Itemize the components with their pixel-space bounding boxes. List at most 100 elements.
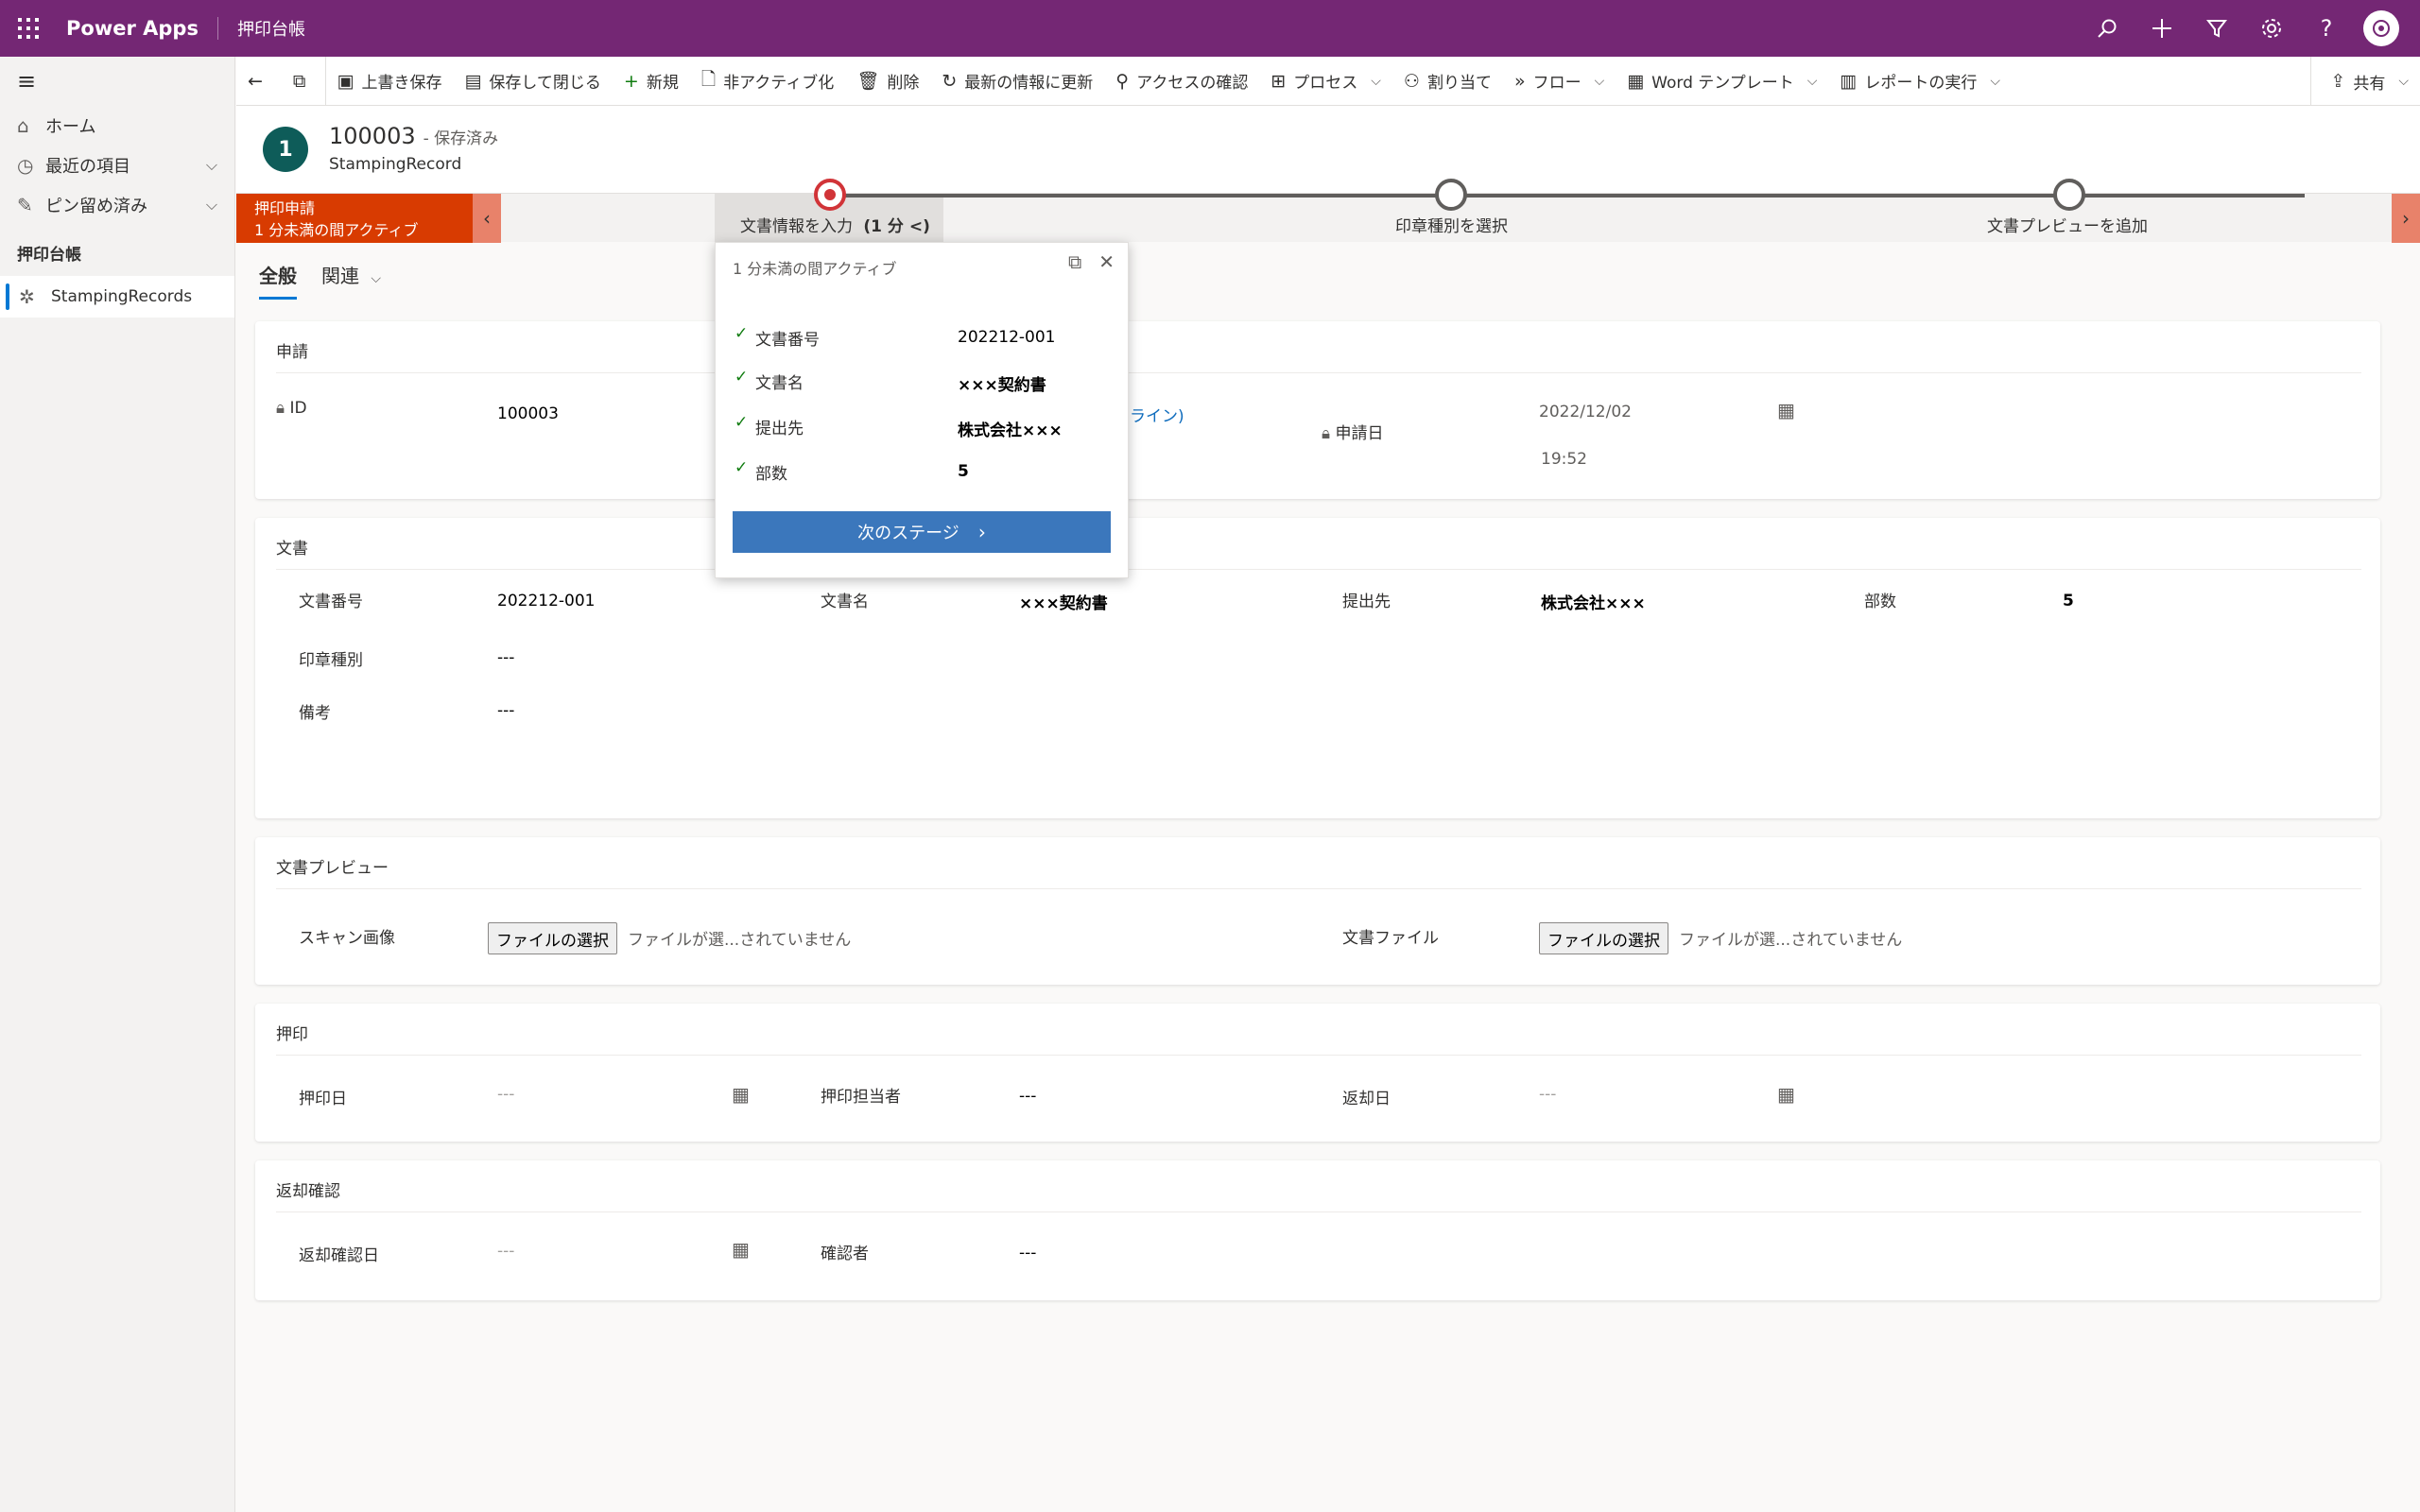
refresh-button[interactable]: ↻ 最新の情報に更新 [930,57,1104,106]
record-avatar: 1 [263,127,308,172]
sidebar-item-stamping-records[interactable]: ✲ StampingRecords [0,276,234,318]
flyout-field-label: 提出先 [755,420,804,438]
chevron-down-icon[interactable]: ⌵ [206,156,217,175]
field-value-return-date[interactable]: --- [1539,1085,1556,1104]
stage-label-add-preview[interactable]: 文書プレビューを追加 [1987,213,2148,236]
chevron-down-icon[interactable]: ⌵ [206,196,217,215]
stage-label-enter-document[interactable]: 文書情報を入力 (1 分 <) [740,213,930,236]
report-icon: ▥ [1840,70,1858,92]
field-label-seal-type: 印章種別 [299,651,363,670]
divider [276,372,2361,373]
field-value-time: 19:52 [1541,450,1587,469]
owner-link[interactable]: ライン) [1130,403,1184,426]
field-value-copies[interactable]: 5 [2063,592,2074,610]
tab-related-label: 関連 [321,265,359,287]
close-icon[interactable]: ✕ [1098,250,1115,273]
tab-related[interactable]: 関連 ⌵ [321,261,381,288]
delete-button[interactable]: 🗑 削除 [845,57,930,106]
app-title[interactable]: 押印台帳 [237,16,305,41]
flow-button[interactable]: » フロー ⌵ [1503,57,1616,106]
calendar-icon[interactable]: ▦ [1777,399,1795,421]
process-button[interactable]: ⊞ プロセス ⌵ [1259,57,1392,106]
doc-file-choose-button[interactable]: ファイルの選択 [1539,922,1668,954]
top-bar: Power Apps 押印台帳 ? [0,0,2420,57]
hamburger-menu-icon[interactable]: ≡ [0,57,234,106]
sidebar-item-home[interactable]: ⌂ ホーム [0,106,234,146]
bpf-prev-button[interactable]: ‹ [473,194,501,243]
sidebar-item-label: ホーム [45,117,96,137]
stage-marker[interactable] [1435,179,1467,211]
avatar[interactable] [2363,10,2399,46]
filter-icon[interactable] [2189,0,2244,57]
sidebar-item-label: StampingRecords [51,287,193,306]
field-value-doc-name[interactable]: ×××契約書 [1019,590,1108,613]
plus-icon: + [623,70,639,92]
share-button[interactable]: ⇪ 共有 ⌵ [2319,57,2420,106]
section-return-confirmation: 返却確認 返却確認日 --- ▦ 確認者 --- [255,1160,2380,1300]
field-value-stamp-date[interactable]: --- [497,1085,514,1104]
bpf-next-button[interactable]: › [2392,194,2420,243]
dock-icon[interactable]: ⧉ [1068,250,1081,273]
field-value-note[interactable]: --- [497,701,514,720]
section-stamp: 押印 押印日 --- ▦ 押印担当者 --- 返却日 --- ▦ [255,1004,2380,1142]
new-button[interactable]: + 新規 [613,57,690,106]
save-close-icon: ▤ [464,70,482,92]
stage-label-select-seal[interactable]: 印章種別を選択 [1395,213,1508,236]
stage-marker[interactable] [2053,179,2085,211]
assign-label: 割り当て [1426,74,1492,93]
save-close-label: 保存して閉じる [489,74,601,93]
field-value-confirmer[interactable]: --- [1019,1244,1036,1263]
open-new-window-button[interactable]: ⧉ [282,57,325,106]
field-label-return-date: 返却日 [1342,1090,1391,1108]
next-stage-button[interactable]: 次のステージ › [733,511,1111,553]
save-button[interactable]: ▣ 上書き保存 [326,57,454,106]
tab-general[interactable]: 全般 [259,261,297,288]
run-report-button[interactable]: ▥ レポートの実行 ⌵ [1828,57,2012,106]
stage-flyout: 1 分未満の間アクティブ ⧉ ✕ ✓ 文書番号 202212-001 ✓ 文書名… [715,242,1129,578]
assign-button[interactable]: ⚇ 割り当て [1392,57,1503,106]
process-flag-sub: 1 分未満の間アクティブ [254,221,419,239]
sidebar-item-recent[interactable]: ◷ 最近の項目 ⌵ [0,146,234,185]
sidebar: ≡ ⌂ ホーム ◷ 最近の項目 ⌵ ✎ ピン留め済み ⌵ 押印台帳 ✲ Stam… [0,57,235,1512]
process-label: プロセス [1293,74,1358,93]
add-icon[interactable] [2135,0,2189,57]
field-value-return-confirm-date[interactable]: --- [497,1242,514,1261]
settings-icon[interactable] [2244,0,2299,57]
sidebar-item-pinned[interactable]: ✎ ピン留め済み ⌵ [0,185,234,225]
stage-marker-active[interactable] [814,179,846,211]
scan-file-choose-button[interactable]: ファイルの選択 [488,922,617,954]
check-access-button[interactable]: ⚲ アクセスの確認 [1104,57,1259,106]
field-value-date: 2022/12/02 [1539,403,1632,421]
field-label-text: ID [289,399,307,418]
calendar-icon[interactable]: ▦ [732,1083,750,1106]
flyout-field-label: 文書番号 [755,331,820,350]
field-value-stamp-person[interactable]: --- [1019,1087,1036,1106]
search-icon[interactable] [2080,0,2135,57]
next-stage-label: 次のステージ [857,524,959,543]
process-flag[interactable]: 押印申請 1 分未満の間アクティブ [236,194,473,243]
field-label-scan: スキャン画像 [299,929,395,948]
save-icon: ▣ [337,70,354,92]
flyout-field-submit-to[interactable]: ✓ 提出先 株式会社××× [735,413,1113,441]
share-icon: ⇪ [2330,71,2346,92]
field-value-seal-type[interactable]: --- [497,648,514,667]
deactivate-button[interactable]: 🗋 非アクティブ化 [690,57,845,106]
save-and-close-button[interactable]: ▤ 保存して閉じる [453,57,612,106]
field-value-doc-no[interactable]: 202212-001 [497,592,595,610]
deactivate-icon: 🗋 [700,68,717,90]
field-value-submit-to[interactable]: 株式会社××× [1541,590,1646,613]
flyout-field-copies[interactable]: ✓ 部数 5 [735,458,1113,487]
chevron-down-icon: ⌵ [1990,73,2000,89]
scan-file-status: ファイルが選...されていません [628,931,852,950]
app-launcher-icon[interactable] [0,0,57,57]
flyout-field-doc-name[interactable]: ✓ 文書名 ×××契約書 [735,368,1113,396]
word-template-button[interactable]: ▦ Word テンプレート ⌵ [1616,57,1828,106]
app-name[interactable]: Power Apps [66,17,218,40]
calendar-icon[interactable]: ▦ [1777,1083,1795,1106]
flyout-field-doc-no[interactable]: ✓ 文書番号 202212-001 [735,324,1113,352]
word-template-label: Word テンプレート [1651,74,1794,93]
back-button[interactable]: ← [236,57,282,106]
calendar-icon[interactable]: ▦ [732,1238,750,1261]
business-process-flow: 押印申請 1 分未満の間アクティブ ‹ 文書情報を入力 (1 分 <) 印章種別… [236,179,2420,243]
help-icon[interactable]: ? [2299,0,2354,57]
